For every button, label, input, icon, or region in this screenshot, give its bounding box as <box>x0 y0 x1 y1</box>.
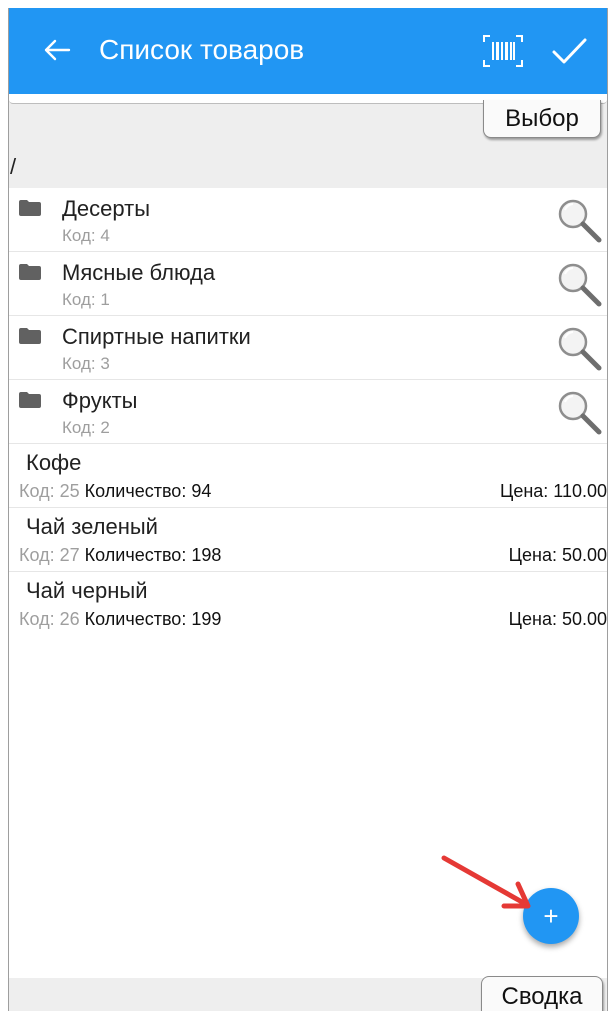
folder-code: Код: 1 <box>62 290 110 309</box>
barcode-scan-icon <box>483 35 523 67</box>
barcode-scan-button[interactable] <box>481 32 525 70</box>
product-code: Код: 26 <box>19 609 80 629</box>
product-quantity: Количество: 94 <box>84 481 212 501</box>
product-item-green-tea[interactable]: Чай зеленый Код: 27 Количество: 198 Цена… <box>9 508 607 572</box>
product-meta: Код: 27 Количество: 198 <box>19 545 221 566</box>
product-price: Цена: 50.00 <box>508 545 607 565</box>
folder-icon <box>19 200 41 216</box>
folder-item-spirits[interactable]: Спиртные напитки Код: 3 <box>9 316 607 380</box>
product-name: Чай зеленый <box>26 514 158 539</box>
back-button[interactable] <box>39 32 75 68</box>
product-code: Код: 25 <box>19 481 80 501</box>
search-icon[interactable] <box>553 320 603 374</box>
product-code: Код: 27 <box>19 545 80 565</box>
product-quantity: Количество: 199 <box>84 609 222 629</box>
folder-item-meat[interactable]: Мясные блюда Код: 1 <box>9 252 607 316</box>
folder-icon <box>19 392 41 408</box>
search-icon[interactable] <box>553 192 603 246</box>
folder-icon <box>19 328 41 344</box>
folder-name: Спиртные напитки <box>62 324 251 349</box>
product-price: Цена: 50.00 <box>508 609 607 629</box>
check-icon <box>552 38 587 64</box>
annotation-arrow-icon <box>441 855 531 909</box>
product-item-black-tea[interactable]: Чай черный Код: 26 Количество: 199 Цена:… <box>9 572 607 636</box>
folder-item-deserts[interactable]: Десерты Код: 4 <box>9 188 607 252</box>
product-name: Кофе <box>26 450 82 475</box>
folder-code: Код: 2 <box>62 418 110 437</box>
search-icon[interactable] <box>553 256 603 310</box>
product-meta: Код: 26 Количество: 199 <box>19 609 221 630</box>
folder-name: Мясные блюда <box>62 260 216 285</box>
product-price: Цена: 110.00 <box>500 481 607 501</box>
folder-code: Код: 3 <box>62 354 110 373</box>
search-icon[interactable] <box>553 384 603 438</box>
arrow-left-icon <box>44 39 71 61</box>
page-title: Список товаров <box>99 34 305 65</box>
select-tab-button[interactable]: Выбор <box>483 100 601 138</box>
folder-name: Десерты <box>62 196 151 221</box>
folder-icon <box>19 264 41 280</box>
summary-tab-button[interactable]: Сводка <box>481 976 603 1011</box>
folder-item-fruits[interactable]: Фрукты Код: 2 <box>9 380 607 444</box>
folder-name: Фрукты <box>62 388 138 413</box>
product-name: Чай черный <box>26 578 148 603</box>
folder-code: Код: 4 <box>62 226 110 245</box>
app-bar: Список товаров <box>9 8 607 94</box>
product-quantity: Количество: 198 <box>84 545 222 565</box>
product-item-coffee[interactable]: Кофе Код: 25 Количество: 94 Цена: 110.00 <box>9 444 607 508</box>
confirm-button[interactable] <box>549 32 589 70</box>
product-meta: Код: 25 Количество: 94 <box>19 481 211 502</box>
breadcrumb: / <box>10 154 17 179</box>
